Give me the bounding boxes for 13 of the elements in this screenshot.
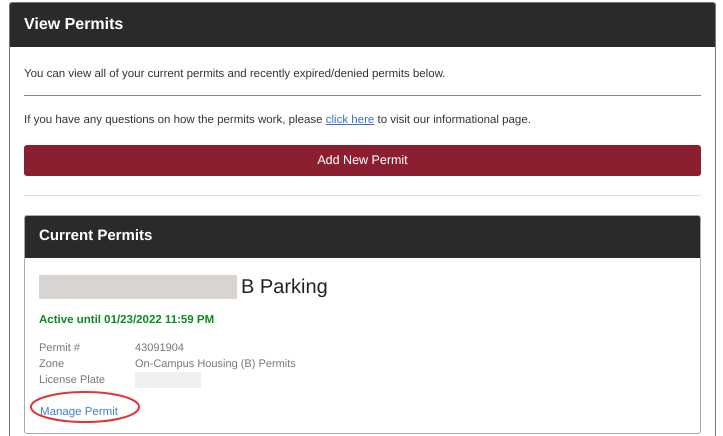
- permit-name: B Parking: [241, 274, 328, 300]
- detail-label: Permit #: [39, 340, 81, 356]
- card-title: Current Permits: [39, 226, 152, 246]
- panel-title: View Permits: [24, 15, 124, 35]
- detail-value: On-Campus Housing (B) Permits: [135, 356, 297, 372]
- detail-label: License Plate: [39, 372, 106, 388]
- intro-text: You can view all of your current permits and recently expired/denied permits below.: [24, 67, 446, 82]
- info-text: If you have any questions on how the permits work, please click here to visit our informational page.: [24, 113, 532, 128]
- permit-status: Active until 01/23/2022 11:59 PM: [39, 312, 216, 328]
- add-permit-button[interactable]: Add New Permit: [24, 144, 701, 176]
- detail-value: 43091904: [135, 340, 185, 356]
- detail-label: Zone: [39, 356, 66, 372]
- info-link[interactable]: click here: [326, 114, 374, 126]
